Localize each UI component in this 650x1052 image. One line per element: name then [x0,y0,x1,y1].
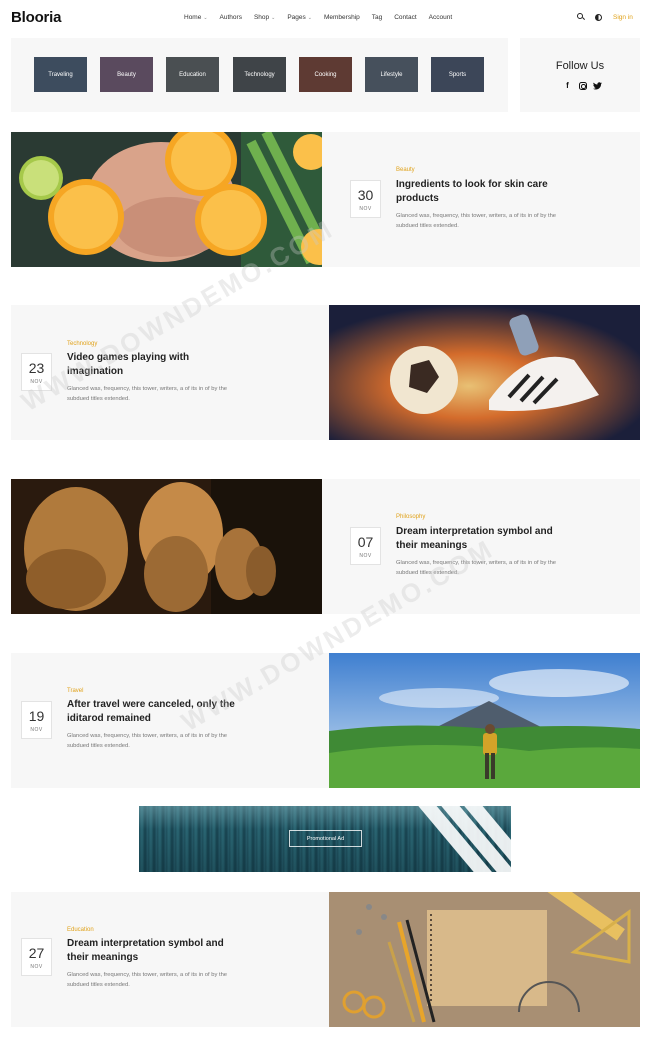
twitter-icon[interactable] [593,81,602,90]
date-box: 07 NOV [350,527,381,565]
nav-label: Contact [394,14,417,21]
category-label: Education [179,71,206,78]
post-title[interactable]: After travel were canceled, only the idi… [67,698,237,725]
date-day: 19 [28,708,45,724]
date-box: 27 NOV [21,938,52,976]
nav-authors[interactable]: Authors [220,14,242,21]
post-card[interactable]: 27 NOV Education Dream interpretation sy… [11,892,640,1027]
date-box: 19 NOV [21,701,52,739]
category-label: Technology [244,71,275,78]
nav-pages[interactable]: Pages ⌄ [287,14,312,21]
promo-ad-banner[interactable]: Promotional Ad [139,806,511,872]
nav-shop[interactable]: Shop ⌄ [254,14,275,21]
category-label: Lifestyle [380,71,403,78]
nav-label: Authors [219,14,242,21]
flaming-soccer-ball-image[interactable] [329,305,640,440]
date-day: 07 [357,534,374,550]
post-excerpt: Glanced was, frequency, this tower, writ… [67,972,228,988]
date-month: NOV [359,206,372,212]
chevron-down-icon: ⌄ [307,14,312,21]
facebook-icon[interactable]: f [563,81,572,90]
nav-label: Pages [287,14,306,21]
post-text: 30 NOV Beauty Ingredients to look for sk… [322,132,640,267]
chevron-down-icon: ⌄ [271,14,276,21]
post-card[interactable]: 07 NOV Philosophy Dream interpretation s… [11,479,640,614]
nav-label: Membership [323,14,360,21]
date-day: 27 [28,945,45,961]
hiker-mountain-image[interactable] [329,653,640,788]
post-title[interactable]: Dream interpretation symbol and their me… [67,937,237,964]
philosopher-busts-image[interactable] [11,479,322,614]
post-category[interactable]: Travel [67,688,83,694]
promo-ad-button[interactable]: Promotional Ad [289,830,362,847]
sign-in-link[interactable]: Sign in [613,14,633,21]
instagram-icon[interactable] [578,81,587,90]
social-links: f [563,81,602,90]
post-category[interactable]: Beauty [396,167,415,173]
date-box: 23 NOV [21,353,52,391]
category-education[interactable]: Education [166,57,219,92]
follow-title: Follow Us [555,60,605,72]
post-text: 27 NOV Education Dream interpretation sy… [11,892,329,1027]
post-excerpt: Glanced was, frequency, this tower, writ… [67,733,228,749]
notebook-stationery-image[interactable] [329,892,640,1027]
orange-slices-face-image[interactable] [11,132,322,267]
category-label: Cooking [314,71,337,78]
category-label: Sports [448,71,467,78]
nav-label: Home [184,14,202,21]
category-sports[interactable]: Sports [431,57,484,92]
follow-panel: Follow Us [520,38,640,112]
date-day: 30 [357,187,374,203]
nav-label: Shop [253,14,270,21]
chevron-down-icon: ⌄ [203,14,208,21]
post-category[interactable]: Technology [67,341,97,347]
main-nav: Home ⌄ Authors Shop ⌄ Pages ⌄ Membership Ta… [184,14,464,21]
date-month: NOV [30,727,43,733]
post-text: 23 NOV Technology Video games playing wi… [11,305,329,440]
nav-contact[interactable]: Contact [394,14,416,21]
post-category[interactable]: Education [67,927,94,933]
nav-account[interactable]: Account [429,14,453,21]
nav-label: Tag [371,14,383,21]
category-technology[interactable]: Technology [233,57,286,92]
nav-tag[interactable]: Tag [372,14,382,21]
nav-label: Account [428,14,453,21]
theme-toggle-icon[interactable] [595,13,604,22]
date-day: 23 [28,360,45,376]
post-card[interactable]: 19 NOV Travel After travel were canceled… [11,653,640,788]
site-logo[interactable]: Blooria [11,9,61,26]
category-traveling[interactable]: Traveling [34,57,87,92]
post-text: 19 NOV Travel After travel were canceled… [11,653,329,788]
category-label: Beauty [117,71,136,78]
post-category[interactable]: Philosophy [396,514,425,520]
date-box: 30 NOV [350,180,381,218]
date-month: NOV [359,553,372,559]
date-month: NOV [30,964,43,970]
post-text: 07 NOV Philosophy Dream interpretation s… [322,479,640,614]
nav-home[interactable]: Home ⌄ [184,14,208,21]
search-icon[interactable] [577,13,586,22]
nav-membership[interactable]: Membership [324,14,360,21]
category-lifestyle[interactable]: Lifestyle [365,57,418,92]
category-cooking[interactable]: Cooking [299,57,352,92]
post-excerpt: Glanced was, frequency, this tower, writ… [67,386,228,402]
post-title[interactable]: Dream interpretation symbol and their me… [396,525,566,552]
site-header: Blooria Home ⌄ Authors Shop ⌄ Pages ⌄ Membe… [0,0,650,36]
post-title[interactable]: Video games playing with imagination [67,351,237,378]
categories-panel: Traveling Beauty Education Technology Co… [11,38,508,112]
post-excerpt: Glanced was, frequency, this tower, writ… [396,213,557,229]
post-card[interactable]: 23 NOV Technology Video games playing wi… [11,305,640,440]
post-title[interactable]: Ingredients to look for skin care produc… [396,178,566,205]
post-card[interactable]: 30 NOV Beauty Ingredients to look for sk… [11,132,640,267]
category-beauty[interactable]: Beauty [100,57,153,92]
post-excerpt: Glanced was, frequency, this tower, writ… [396,560,557,576]
date-month: NOV [30,379,43,385]
category-label: Traveling [48,71,73,78]
